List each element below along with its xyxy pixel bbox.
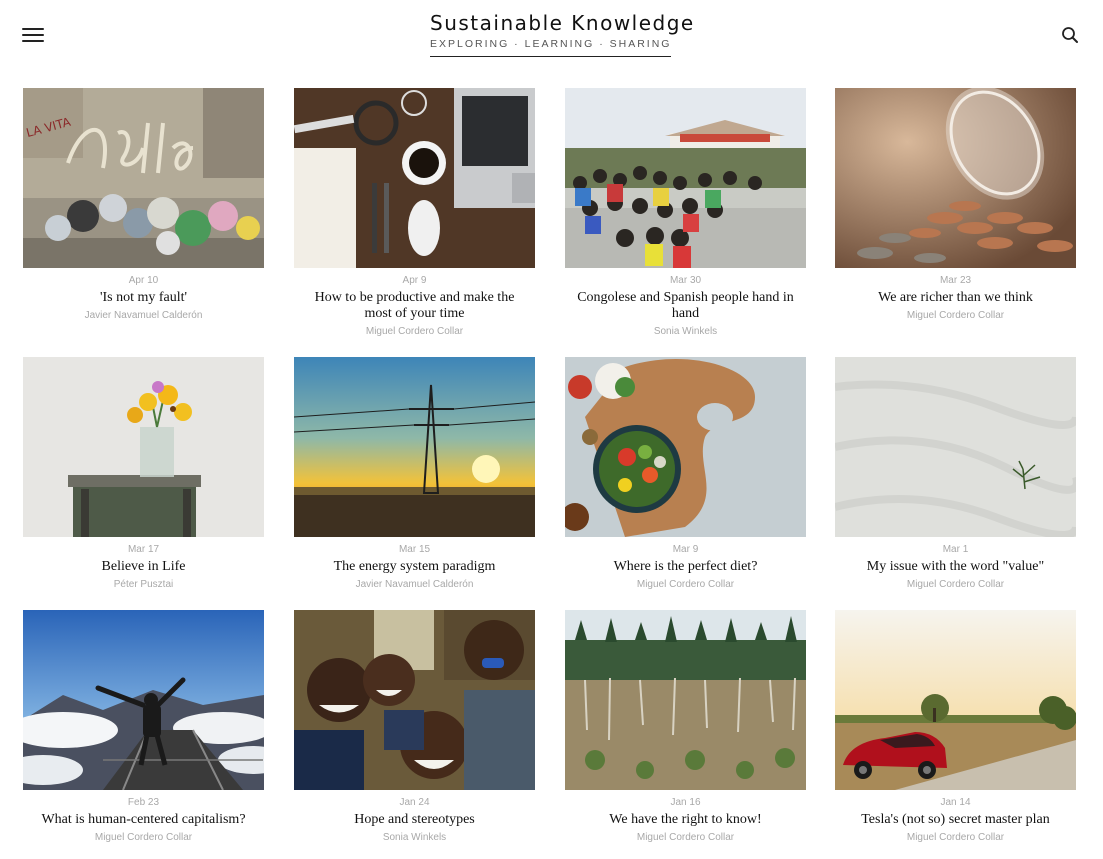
post-date: Mar 9 — [672, 544, 699, 555]
post-author[interactable]: Miguel Cordero Collar — [294, 326, 535, 338]
post-card: Mar 23 We are richer than we think Migue… — [835, 88, 1076, 322]
post-title[interactable]: We have the right to know! — [565, 812, 806, 828]
site-header: Sustainable Knowledge EXPLORING · LEARNI… — [0, 0, 1103, 70]
post-date: Apr 9 — [402, 275, 427, 286]
post-title[interactable]: Believe in Life — [23, 559, 264, 575]
post-card: Mar 30 Congolese and Spanish people hand… — [565, 88, 806, 338]
post-title[interactable]: The energy system paradigm — [294, 559, 535, 575]
post-author[interactable]: Miguel Cordero Collar — [835, 579, 1076, 591]
post-thumbnail[interactable] — [835, 610, 1076, 790]
post-date: Mar 17 — [127, 544, 160, 555]
post-title[interactable]: How to be productive and make the most o… — [294, 290, 535, 322]
post-date: Jan 24 — [399, 797, 430, 808]
post-card: Mar 17 Believe in Life Péter Pusztai — [23, 357, 264, 591]
post-card: Jan 14 Tesla's (not so) secret master pl… — [835, 610, 1076, 844]
post-date: Mar 1 — [942, 544, 969, 555]
post-thumbnail[interactable] — [294, 610, 535, 790]
post-author[interactable]: Sonia Winkels — [294, 832, 535, 844]
post-author[interactable]: Sonia Winkels — [565, 326, 806, 338]
post-thumbnail[interactable] — [835, 88, 1076, 268]
post-date: Mar 15 — [398, 544, 431, 555]
post-title[interactable]: Congolese and Spanish people hand in han… — [565, 290, 806, 322]
post-author[interactable]: Miguel Cordero Collar — [835, 832, 1076, 844]
post-date: Jan 16 — [670, 797, 701, 808]
post-card: Mar 1 My issue with the word "value" Mig… — [835, 357, 1076, 591]
post-date: Mar 30 — [669, 275, 702, 286]
post-card: Jan 16 We have the right to know! Miguel… — [565, 610, 806, 844]
post-author[interactable]: Javier Navamuel Calderón — [294, 579, 535, 591]
post-title[interactable]: Tesla's (not so) secret master plan — [835, 812, 1076, 828]
post-date: Feb 23 — [127, 797, 160, 808]
post-title[interactable]: What is human-centered capitalism? — [23, 812, 264, 828]
post-thumbnail[interactable] — [565, 357, 806, 537]
post-author[interactable]: Javier Navamuel Calderón — [23, 310, 264, 322]
post-thumbnail[interactable]: LA VITA — [23, 88, 264, 268]
post-author[interactable]: Miguel Cordero Collar — [565, 832, 806, 844]
site-title[interactable]: Sustainable Knowledge — [430, 10, 693, 36]
site-brand[interactable]: Sustainable Knowledge EXPLORING · LEARNI… — [430, 10, 693, 57]
post-card: Feb 23 What is human-centered capitalism… — [23, 610, 264, 844]
post-card: LA VITA Apr 10 'Is not my fault' Javier … — [23, 88, 264, 322]
post-card: Apr 9 How to be productive and make the … — [294, 88, 535, 338]
post-author[interactable]: Miguel Cordero Collar — [23, 832, 264, 844]
post-card: Mar 9 Where is the perfect diet? Miguel … — [565, 357, 806, 591]
post-date: Jan 14 — [940, 797, 971, 808]
post-author[interactable]: Miguel Cordero Collar — [835, 310, 1076, 322]
post-author[interactable]: Péter Pusztai — [23, 579, 264, 591]
post-thumbnail[interactable] — [294, 357, 535, 537]
post-title[interactable]: Hope and stereotypes — [294, 812, 535, 828]
post-thumbnail[interactable] — [835, 357, 1076, 537]
post-thumbnail[interactable] — [23, 357, 264, 537]
search-icon[interactable] — [1061, 26, 1079, 44]
post-thumbnail[interactable] — [565, 88, 806, 268]
hamburger-menu-icon[interactable] — [22, 26, 44, 44]
post-date: Apr 10 — [128, 275, 159, 286]
post-card: Jan 24 Hope and stereotypes Sonia Winkel… — [294, 610, 535, 844]
site-tagline: EXPLORING · LEARNING · SHARING — [430, 38, 672, 50]
post-title[interactable]: 'Is not my fault' — [23, 290, 264, 306]
post-thumbnail[interactable] — [23, 610, 264, 790]
post-thumbnail[interactable] — [565, 610, 806, 790]
post-title[interactable]: We are richer than we think — [835, 290, 1076, 306]
post-date: Mar 23 — [939, 275, 972, 286]
post-author[interactable]: Miguel Cordero Collar — [565, 579, 806, 591]
post-thumbnail[interactable] — [294, 88, 535, 268]
post-card: Mar 15 The energy system paradigm Javier… — [294, 357, 535, 591]
post-title[interactable]: My issue with the word "value" — [835, 559, 1076, 575]
brand-underline — [430, 56, 671, 57]
post-title[interactable]: Where is the perfect diet? — [565, 559, 806, 575]
